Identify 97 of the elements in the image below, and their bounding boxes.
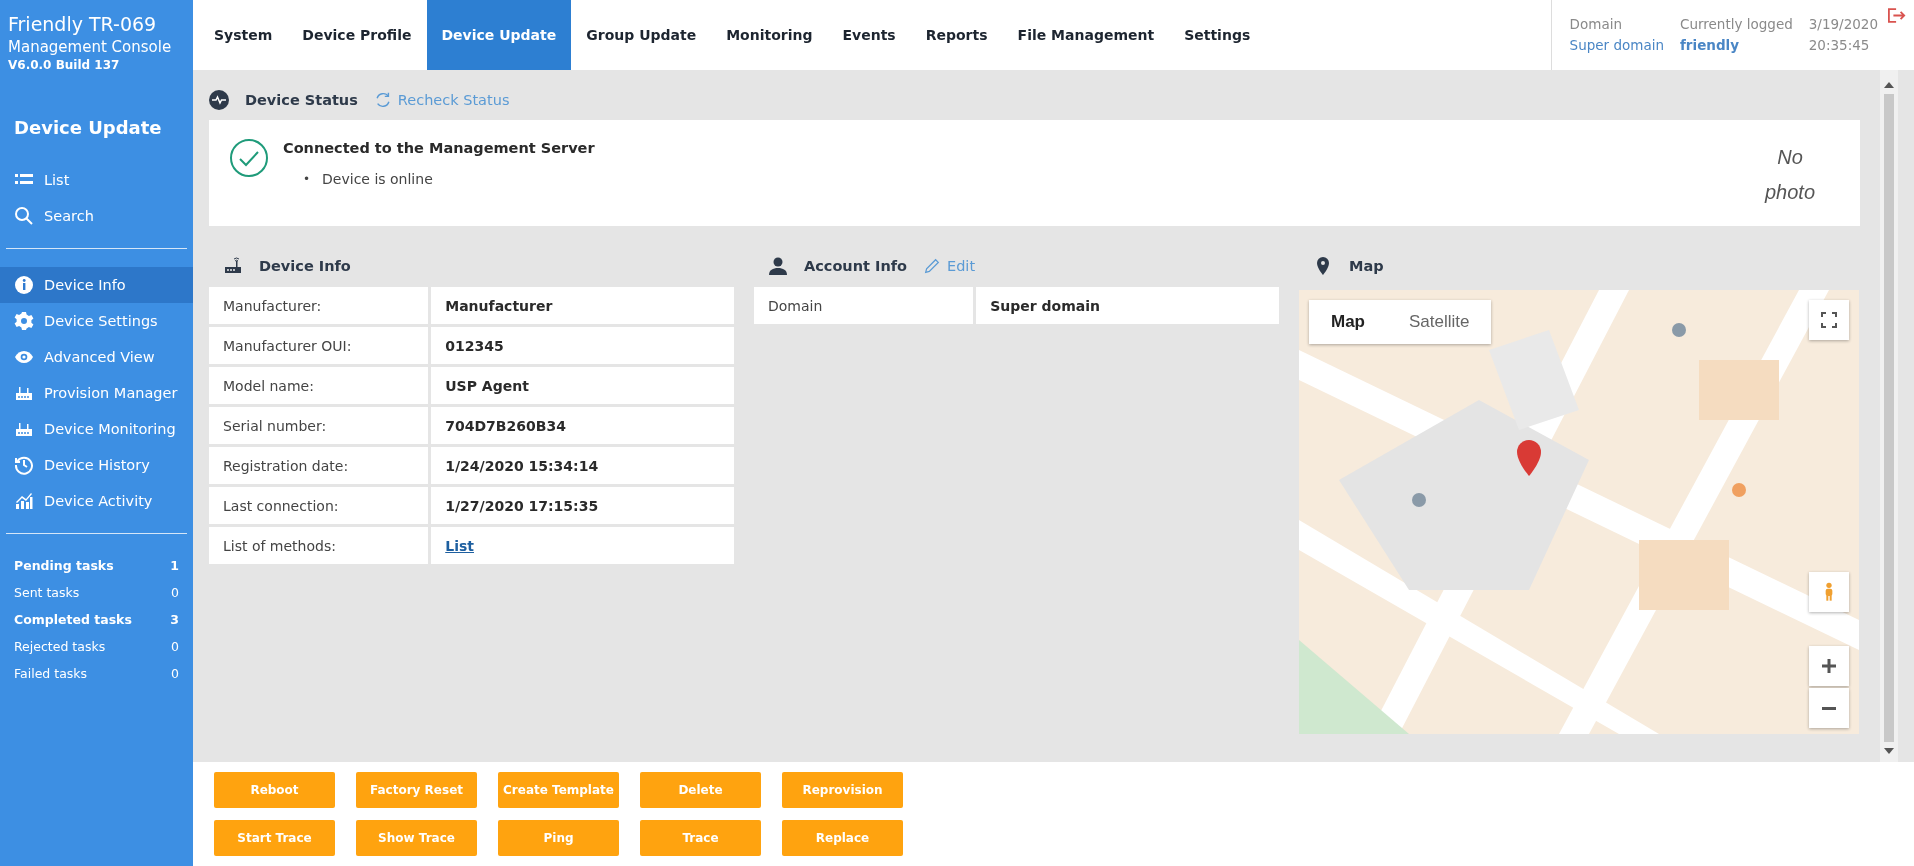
action-button[interactable]: Factory Reset: [356, 772, 477, 808]
plus-icon: [1819, 656, 1839, 676]
action-button[interactable]: Trace: [640, 820, 761, 856]
task-label: Rejected tasks: [14, 638, 106, 656]
domain-label: Domain: [1569, 15, 1623, 34]
action-button[interactable]: Ping: [498, 820, 619, 856]
domain-value: Super domain: [1569, 36, 1664, 55]
task-label: Sent tasks: [14, 584, 80, 602]
table-cell: 704D7B260B34: [431, 407, 734, 444]
nav-tab[interactable]: Device Update: [426, 0, 572, 70]
pulse-icon: [209, 90, 229, 110]
status-detail: Device is online: [322, 170, 433, 188]
table-cell: Model name:: [209, 367, 429, 404]
methods-link[interactable]: List: [445, 537, 474, 554]
bullet: •: [303, 171, 311, 188]
map-type-button[interactable]: Map: [1309, 300, 1387, 344]
zoom-out-button[interactable]: [1809, 688, 1849, 728]
sidebar-item[interactable]: Search: [0, 198, 193, 234]
table-cell: Registration date:: [209, 447, 429, 484]
sidebar-item[interactable]: Device History: [0, 447, 193, 483]
sidebar-item[interactable]: Device Settings: [0, 303, 193, 339]
edit-link[interactable]: Edit: [923, 257, 976, 275]
task-label: Pending tasks: [14, 557, 114, 575]
date-text: 3/19/2020: [1808, 15, 1878, 34]
nav-tab[interactable]: Events: [827, 0, 911, 70]
task-label: Completed tasks: [14, 611, 132, 629]
action-button[interactable]: Start Trace: [214, 820, 335, 856]
action-button[interactable]: Create Template: [498, 772, 619, 808]
router-icon: [223, 256, 243, 276]
table-cell: Domain: [754, 287, 974, 324]
task-count: 1: [170, 557, 179, 575]
task-count: 3: [170, 611, 179, 629]
sidebar-item[interactable]: Advanced View: [0, 339, 193, 375]
sidebar-item[interactable]: List: [0, 162, 193, 198]
task-count: 0: [171, 638, 179, 656]
gear-icon: [14, 311, 34, 331]
no-photo-text: No photo: [1763, 145, 1817, 205]
table-cell: Last connection:: [209, 487, 429, 524]
section-heading: Account Info: [804, 258, 907, 274]
app-subtitle: Management Console: [8, 37, 173, 57]
table-cell: Manufacturer OUI:: [209, 327, 429, 364]
nav-tab[interactable]: Monitoring: [711, 0, 828, 70]
table-cell: List of methods:: [209, 527, 429, 564]
check-icon: [229, 138, 269, 178]
section-heading: Device Info: [259, 258, 351, 274]
info-icon: [14, 275, 34, 295]
table-cell: Super domain: [976, 287, 1279, 324]
recheck-status-link[interactable]: Recheck Status: [373, 91, 510, 109]
scroll-up-icon[interactable]: [1884, 82, 1894, 88]
task-count: 0: [171, 584, 179, 602]
table-cell: USP Agent: [431, 367, 734, 404]
pencil-icon: [923, 257, 941, 275]
scrollbar[interactable]: [1880, 70, 1898, 762]
nav-tab[interactable]: File Management: [1002, 0, 1170, 70]
fullscreen-icon: [1819, 310, 1839, 330]
sidebar-item[interactable]: Device Activity: [0, 483, 193, 519]
section-heading: Device Status: [245, 92, 358, 108]
time-text: 20:35:45: [1808, 36, 1871, 55]
nav-tab[interactable]: Device Profile: [287, 0, 427, 70]
table-cell: Manufacturer:: [209, 287, 429, 324]
action-button[interactable]: Replace: [782, 820, 903, 856]
table-cell: Serial number:: [209, 407, 429, 444]
scroll-down-icon[interactable]: [1884, 748, 1894, 754]
task-count: 0: [171, 665, 179, 683]
user-icon: [768, 256, 788, 276]
nav-tab[interactable]: Group Update: [571, 0, 712, 70]
section-title: Device Update: [13, 116, 163, 140]
nav-tab[interactable]: Settings: [1169, 0, 1266, 70]
zoom-in-button[interactable]: [1809, 646, 1849, 686]
map-type-button[interactable]: Satellite: [1387, 300, 1492, 344]
sidebar-item[interactable]: Provision Manager: [0, 375, 193, 411]
search-icon: [14, 206, 34, 226]
history-icon: [14, 455, 34, 475]
action-button[interactable]: Reboot: [214, 772, 335, 808]
table-cell: 012345: [431, 327, 734, 364]
minus-icon: [1822, 706, 1836, 710]
table-cell: 1/24/2020 15:34:14: [431, 447, 734, 484]
table-cell: Manufacturer: [431, 287, 734, 324]
section-heading: Map: [1349, 258, 1384, 274]
action-button[interactable]: Show Trace: [356, 820, 477, 856]
nav-tab[interactable]: System: [199, 0, 288, 70]
sidebar-item[interactable]: Device Info: [0, 267, 193, 303]
action-button[interactable]: Delete: [640, 772, 761, 808]
fullscreen-button[interactable]: [1809, 300, 1849, 340]
app-version: V6.0.0 Build 137: [8, 57, 121, 73]
user-name: friendly: [1680, 36, 1741, 55]
logout-icon[interactable]: [1888, 8, 1906, 23]
status-message: Connected to the Management Server: [283, 140, 595, 156]
app-title: Friendly TR-069: [8, 12, 158, 37]
table-cell: 1/27/2020 17:15:35: [431, 487, 734, 524]
task-label: Failed tasks: [14, 665, 88, 683]
scroll-thumb[interactable]: [1884, 94, 1894, 742]
action-button[interactable]: Reprovision: [782, 772, 903, 808]
nav-tab[interactable]: Reports: [910, 0, 1003, 70]
sidebar-item[interactable]: Device Monitoring: [0, 411, 193, 447]
chart-icon: [14, 491, 34, 511]
user-label: Currently logged: [1680, 15, 1793, 34]
